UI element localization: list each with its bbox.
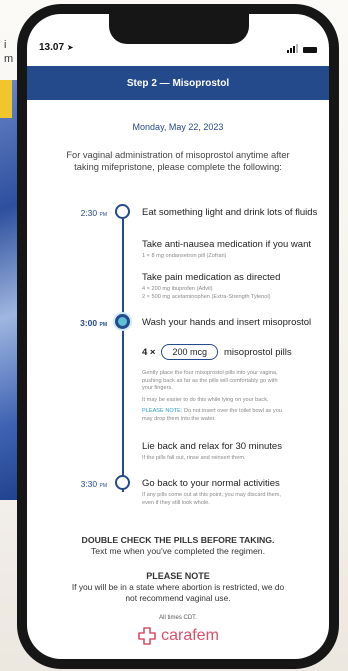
step-anti-nausea: Take anti-nausea medication if you want (142, 239, 311, 250)
battery-icon (303, 47, 317, 53)
step-eat: Eat something light and drink lots of fl… (142, 207, 318, 218)
schedule-date: Monday, May 22, 2023 (132, 122, 224, 132)
timeline-dot-active (115, 314, 130, 329)
brand-logo: carafem (27, 626, 329, 646)
background-snippet-line: i (4, 39, 7, 51)
background-accent (0, 80, 12, 118)
dose-amount-badge: 200 mcg (161, 344, 219, 360)
closing-text: Text me when you've completed the regime… (90, 546, 266, 556)
signal-icon (287, 44, 298, 53)
timeline-dot (115, 204, 130, 219)
timeline-line (122, 208, 124, 492)
time-label: 2:30 PM (80, 208, 107, 218)
step-title: Step 2 — Misoprostol (126, 77, 230, 89)
step-normal-activities-note: If any pills come out at this point, you… (142, 492, 281, 506)
location-icon: ➤ (66, 43, 74, 52)
step-pain-medication-note: 4 × 200 mg ibuprofen (Advil) 2 × 500 mg … (142, 286, 271, 300)
timezone-note: All times CDT. (159, 615, 197, 621)
brand-name: carafem (161, 627, 219, 644)
step-header: Step 2 — Misoprostol (27, 66, 329, 100)
status-icons (287, 44, 317, 53)
insert-instructions: Gently place the four misoprostol pills … (142, 370, 278, 391)
status-time: 13.07 ➤ (39, 42, 74, 53)
carafem-logo-icon (138, 627, 156, 645)
background-snippet-line: m (4, 53, 14, 65)
please-note-heading: PLEASE NOTE (146, 571, 210, 581)
step-relax: Lie back and relax for 30 minutes (142, 441, 282, 452)
time-label: 3:00 PM (80, 318, 107, 328)
intro-text: For vaginal administration of misoprosto… (66, 150, 290, 172)
step-relax-note: If the pills fall out, rinse and reinser… (142, 455, 246, 461)
closing-heading: DOUBLE CHECK THE PILLS BEFORE TAKING. (81, 535, 275, 545)
phone-notch (109, 14, 249, 44)
please-note-body: If you will be in a state where abortion… (71, 582, 285, 603)
dose-multiplier: 4 × (142, 346, 156, 358)
step-anti-nausea-note: 1 × 8 mg ondansetron pill (Zofran) (142, 253, 227, 259)
dose-row: 4 × 200 mcg misoprostol pills (142, 344, 292, 360)
status-time-text: 13.07 (39, 42, 65, 53)
timeline-dot (115, 475, 130, 490)
insert-tip: It may be easier to do this while lying … (142, 397, 269, 403)
step-insert-misoprostol: Wash your hands and insert misoprostol (142, 317, 312, 328)
background-snippet: i m (4, 38, 13, 66)
dose-unit: misoprostol pills (224, 346, 292, 358)
phone-screen: 13.07 ➤ Step 2 — Misoprostol Monday, May… (27, 14, 329, 659)
time-label: 3:30 PM (80, 479, 107, 489)
step-pain-medication: Take pain medication as directed (142, 272, 281, 283)
closing-section: DOUBLE CHECK THE PILLS BEFORE TAKING. Te… (27, 535, 329, 557)
insert-warning: PLEASE NOTE: Do not insert over the toil… (142, 408, 282, 422)
phone-frame: 13.07 ➤ Step 2 — Misoprostol Monday, May… (17, 4, 339, 669)
step-normal-activities: Go back to your normal activities (142, 478, 280, 489)
